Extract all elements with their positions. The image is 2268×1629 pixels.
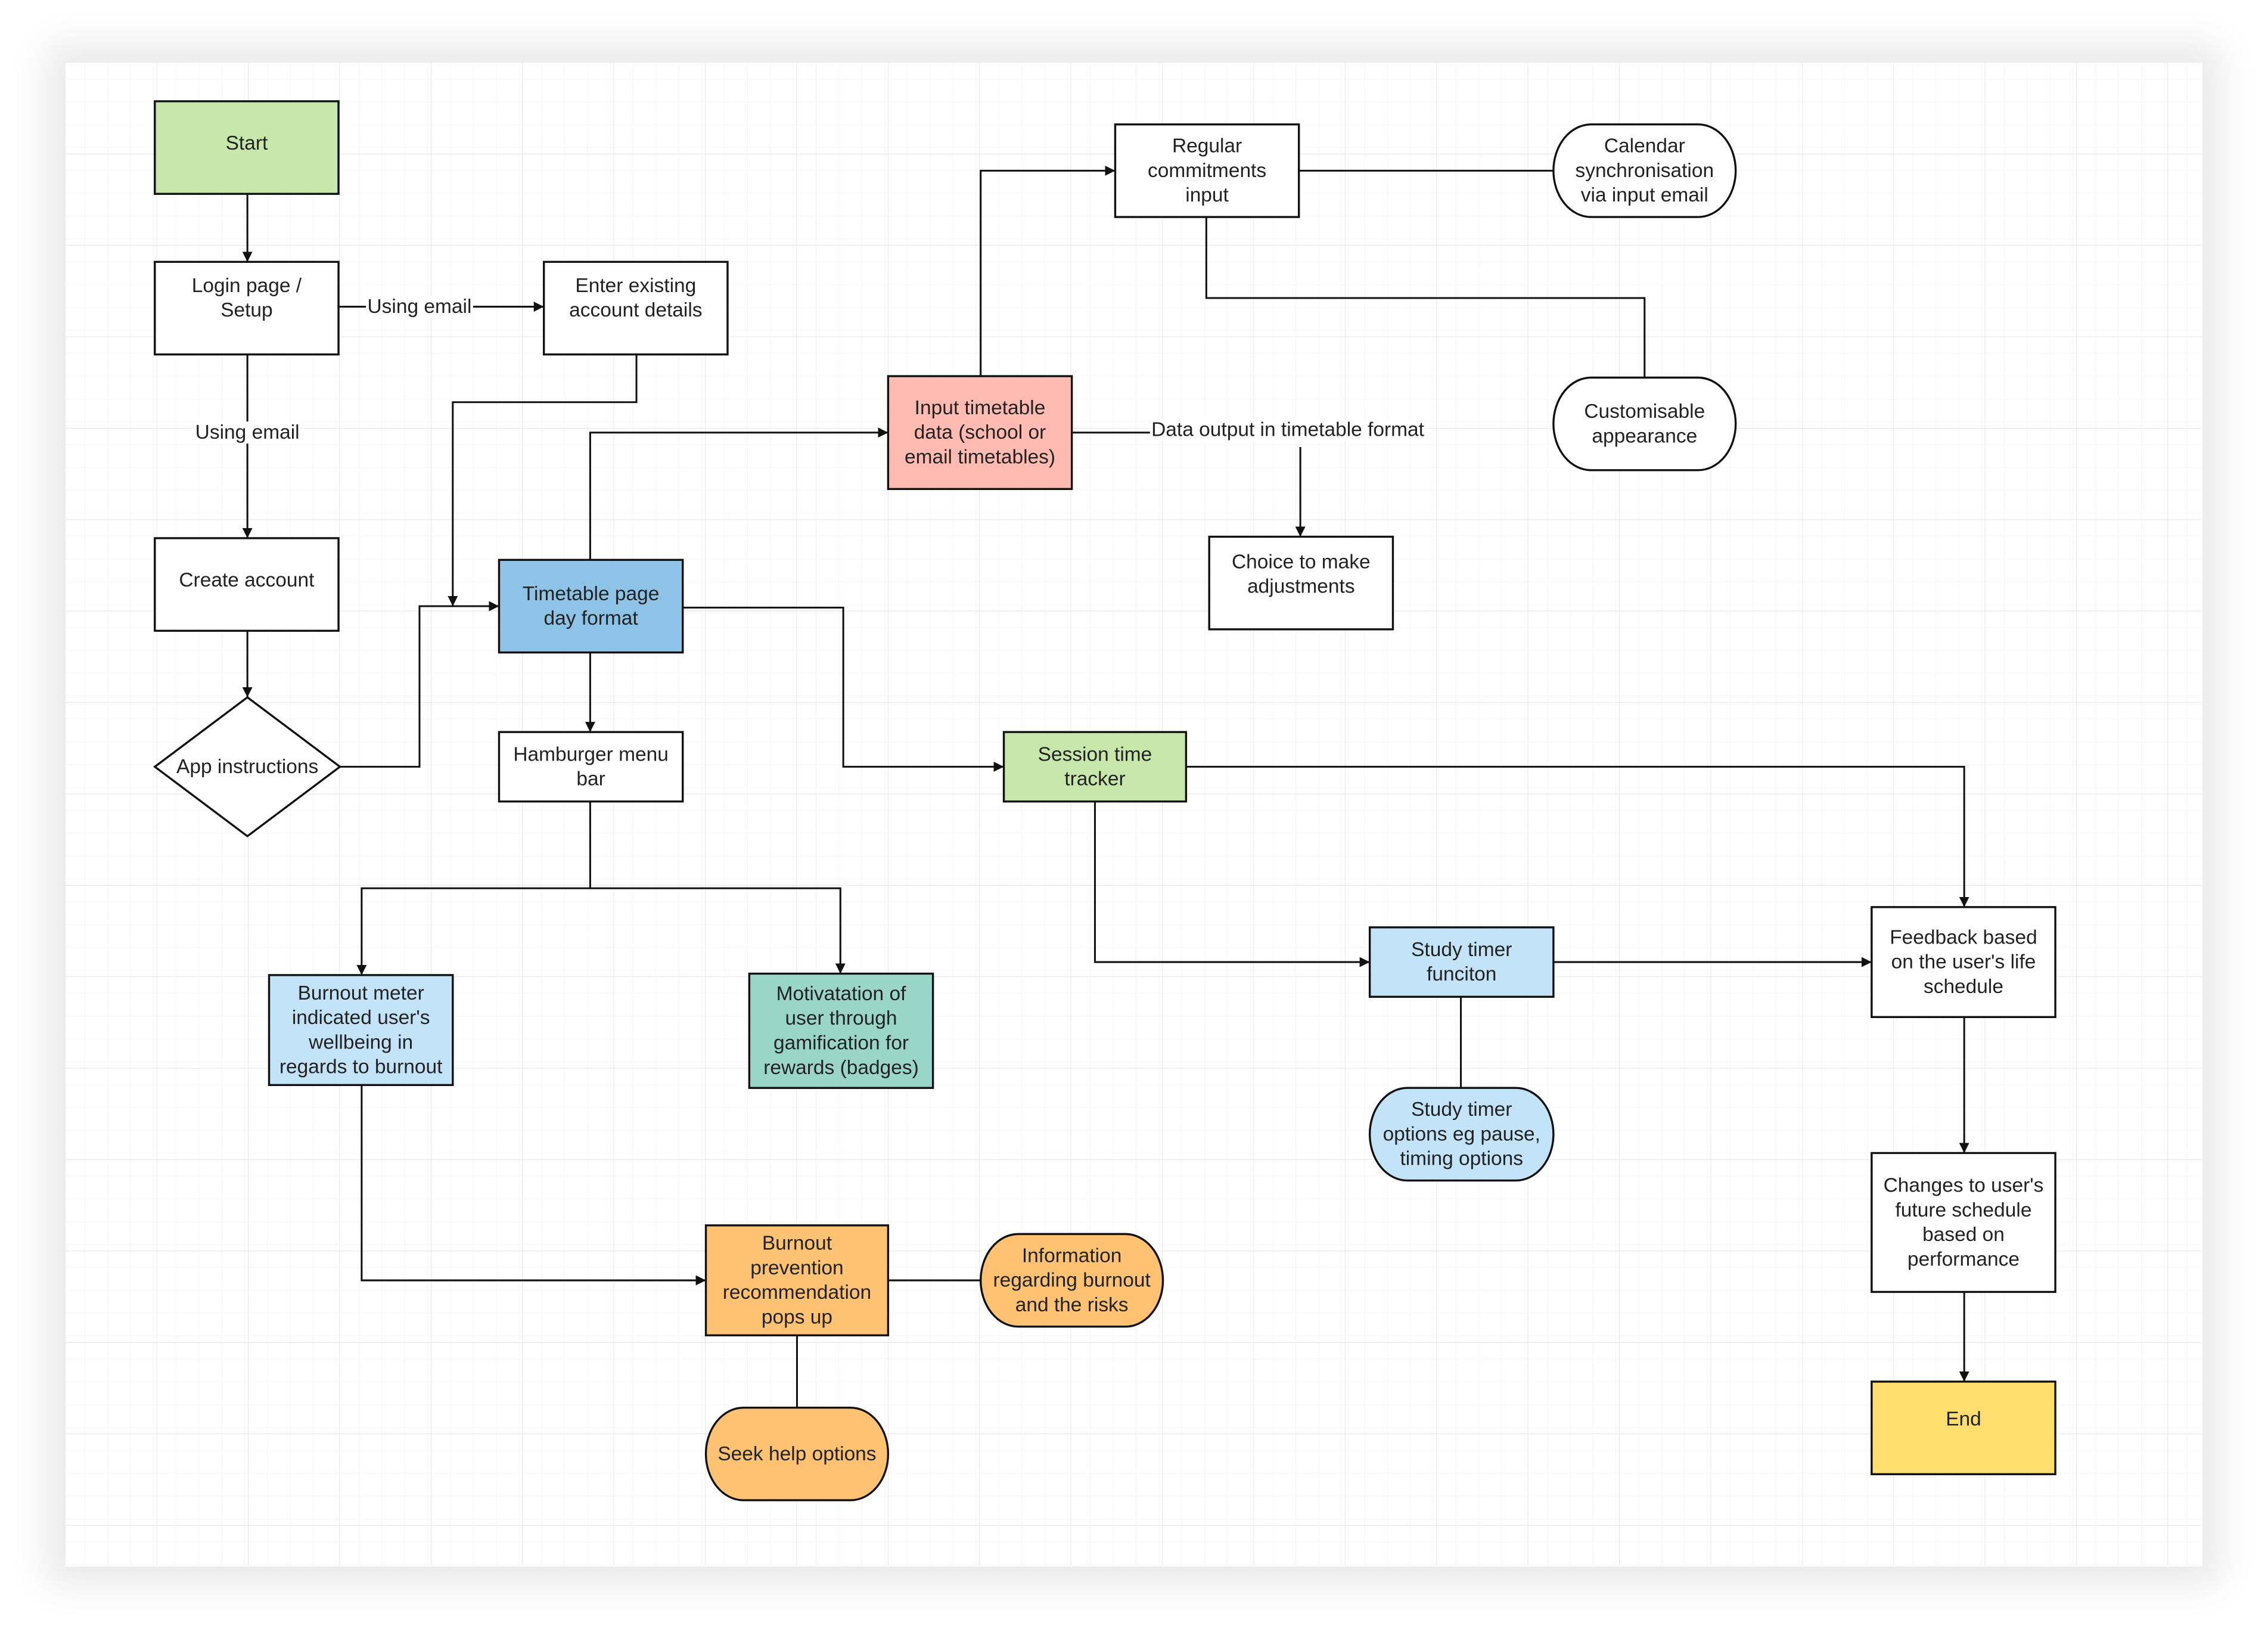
edge-label: Data output in timetable format: [1151, 418, 1425, 440]
node-label: Calendar: [1604, 135, 1685, 157]
node-label: Burnout meter: [298, 982, 424, 1004]
diagram-stage: Start Login page / Setup Enter existing acco…: [0, 0, 2268, 1629]
node-session-tracker[interactable]: Session time tracker: [1002, 731, 1188, 803]
node-label: End: [1946, 1408, 1981, 1431]
node-label: Regular: [1172, 135, 1242, 157]
node-label: indicated user's: [292, 1007, 430, 1029]
node-end[interactable]: End: [1871, 1380, 2056, 1475]
node-label: based on: [1922, 1224, 2005, 1246]
node-label: on the user's life: [1891, 951, 2036, 973]
process-box[interactable]: [498, 731, 684, 803]
node-label: regards to burnout: [279, 1056, 443, 1078]
node-label: Feedback based: [1890, 926, 2037, 948]
node-regular-commitments[interactable]: Regular commitmentsinput: [1114, 123, 1300, 218]
node-label: Motivatation of: [776, 983, 906, 1005]
node-label: timing options: [1400, 1148, 1523, 1170]
process-box[interactable]: [1368, 926, 1555, 998]
node-start[interactable]: Start: [154, 100, 340, 195]
node-changes[interactable]: Changes to user'sfuture schedule based on…: [1871, 1152, 2056, 1293]
node-burnout-info[interactable]: Information regarding burnoutand the risk…: [980, 1233, 1164, 1328]
node-seek-help[interactable]: Seek help options: [704, 1406, 890, 1501]
node-label: Information: [1022, 1245, 1122, 1267]
node-label: regarding burnout: [993, 1270, 1151, 1292]
node-label: Seek help options: [717, 1443, 876, 1465]
node-label: future schedule: [1896, 1199, 2032, 1221]
node-label: performance: [1907, 1248, 2020, 1270]
node-burnout-prevention[interactable]: Burnoutprevention recommendationpops up: [704, 1224, 890, 1336]
node-label: Setup: [220, 299, 273, 321]
node-create-account[interactable]: Create account: [154, 537, 340, 632]
process-box[interactable]: [1871, 1152, 2056, 1293]
node-label: Study timer: [1411, 939, 1512, 961]
node-label: account details: [569, 299, 702, 321]
node-label: synchronisation: [1575, 160, 1714, 182]
node-label: tracker: [1064, 768, 1125, 790]
node-label: Session time: [1038, 743, 1152, 765]
node-feedback[interactable]: Feedback based on the user's life schedule: [1871, 906, 2056, 1019]
node-label: App instructions: [176, 756, 318, 778]
node-label: schedule: [1924, 976, 2003, 998]
node-label: Burnout: [762, 1233, 832, 1255]
terminator-shape[interactable]: [1552, 376, 1737, 471]
node-label: Study timer: [1411, 1099, 1512, 1121]
edge-label: Using email: [368, 296, 472, 318]
node-customisable[interactable]: Customisableappearance: [1552, 376, 1737, 471]
node-label: Changes to user's: [1884, 1175, 2044, 1197]
node-label: Customisable: [1584, 401, 1705, 423]
node-label: recommendation: [723, 1282, 871, 1304]
node-calendar-sync[interactable]: Calendar synchronisationvia input email: [1552, 123, 1737, 218]
node-study-timer[interactable]: Study timerfunciton: [1368, 926, 1555, 998]
node-label: email timetables): [905, 446, 1055, 468]
node-label: options eg pause,: [1383, 1123, 1540, 1145]
node-label: day format: [544, 607, 639, 629]
node-label: gamification for: [773, 1032, 909, 1054]
node-label: user through: [785, 1007, 897, 1029]
node-label: appearance: [1592, 425, 1697, 447]
node-label: and the risks: [1015, 1294, 1129, 1316]
node-label: Timetable page: [523, 583, 660, 605]
process-box[interactable]: [1002, 731, 1188, 803]
node-label: Hamburger menu: [513, 743, 669, 765]
process-box[interactable]: [498, 558, 684, 654]
node-label: data (school or: [914, 421, 1046, 443]
node-burnout-meter[interactable]: Burnout meter indicated user'swellbeing i…: [268, 974, 454, 1087]
node-hamburger[interactable]: Hamburger menu bar: [498, 731, 684, 803]
node-label: Create account: [179, 569, 315, 591]
node-label: rewards (badges): [763, 1057, 919, 1079]
node-timetable-page[interactable]: Timetable pageday format: [498, 558, 684, 654]
canvas-grid: [65, 62, 2202, 1566]
node-label: wellbeing in: [308, 1031, 413, 1053]
edge-label: Using email: [195, 421, 300, 443]
node-input-timetable[interactable]: Input timetabledata (school or email time…: [887, 375, 1073, 491]
node-motivation[interactable]: Motivatation ofuser through gamification …: [748, 972, 934, 1089]
node-label: bar: [576, 768, 605, 790]
node-label: pops up: [762, 1306, 832, 1328]
node-label: Input timetable: [915, 397, 1046, 419]
node-label: commitments: [1148, 160, 1266, 182]
node-label: Choice to make: [1232, 551, 1371, 573]
node-label: Start: [226, 132, 268, 154]
node-label: via input email: [1581, 184, 1708, 206]
node-enter-existing[interactable]: Enter existingaccount details: [543, 260, 729, 356]
node-label: input: [1185, 184, 1229, 206]
node-study-options[interactable]: Study timeroptions eg pause, timing optio…: [1368, 1087, 1555, 1182]
node-login[interactable]: Login page /Setup: [154, 260, 340, 356]
node-label: adjustments: [1247, 576, 1355, 598]
node-label: Enter existing: [575, 275, 696, 297]
node-label: funciton: [1427, 963, 1496, 985]
node-label: prevention: [750, 1257, 843, 1279]
flowchart-canvas: Start Login page /Setup Enter existingacco…: [65, 62, 2202, 1566]
node-choice-adjust[interactable]: Choice to make adjustments: [1208, 535, 1394, 631]
node-label: Login page /: [192, 275, 302, 297]
